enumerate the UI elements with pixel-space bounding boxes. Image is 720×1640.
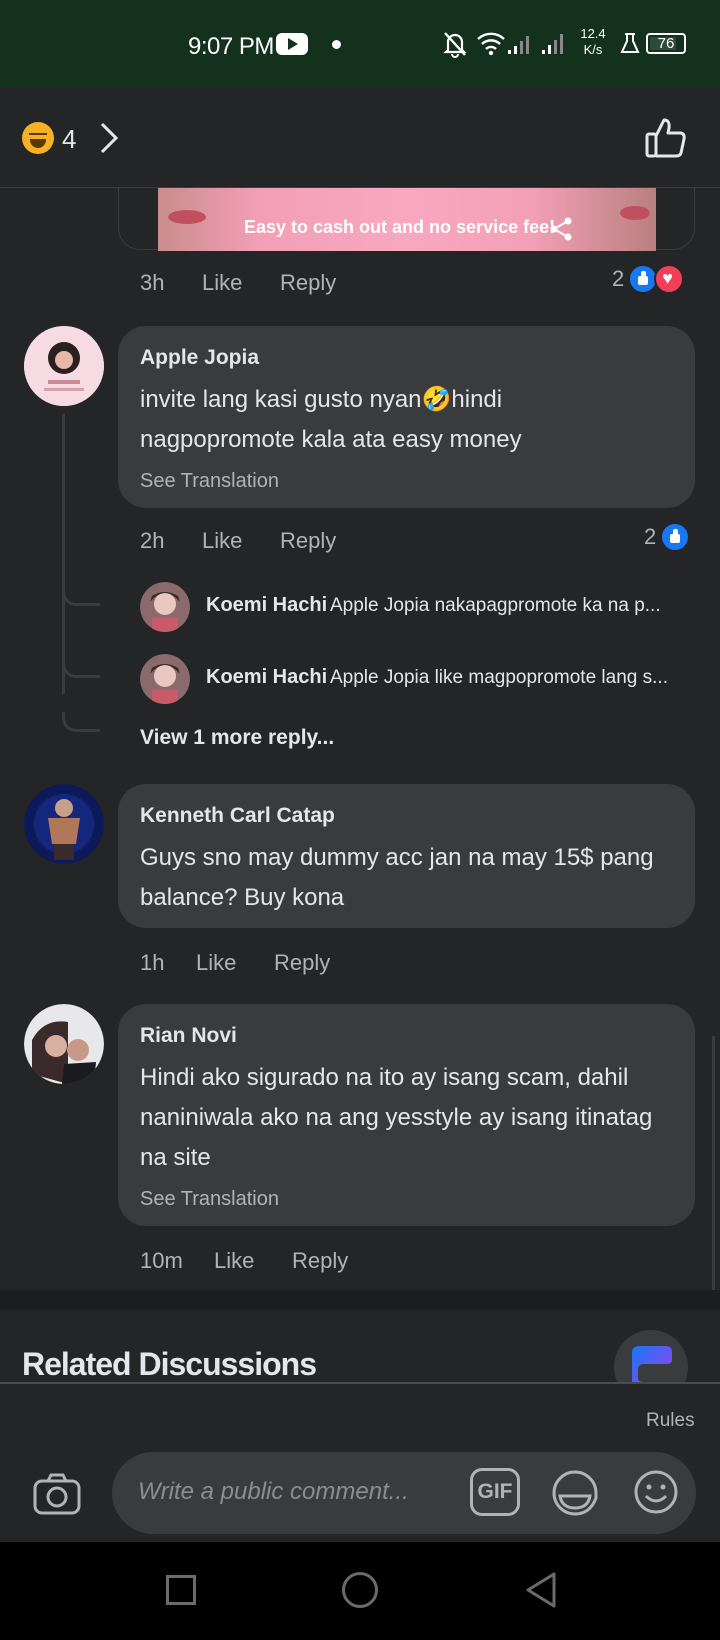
reactions-header: 4: [0, 88, 720, 188]
ad-caption: Easy to cash out and no service fee!: [244, 217, 556, 237]
like-reaction-icon: [660, 522, 691, 552]
comment-time: 2h: [140, 528, 165, 553]
chevron-right-icon[interactable]: [98, 120, 120, 156]
comment-text: Hindi ako sigurado na ito ay isang scam,…: [140, 1064, 629, 1091]
like-button[interactable]: Like: [202, 270, 242, 296]
avatar-image: [24, 784, 104, 864]
commenter-name[interactable]: Rian Novi: [140, 1024, 237, 1048]
see-translation-link[interactable]: See Translation: [140, 1188, 279, 1211]
thread-line: [62, 414, 65, 694]
comment-composer: Rules Write a public comment... GIF: [0, 1382, 720, 1542]
comment-input-placeholder: Write a public comment...: [138, 1478, 409, 1505]
avatar[interactable]: [24, 1004, 104, 1084]
comment-text: naniniwala ako na ang yesstyle ay isang …: [140, 1104, 653, 1131]
thread-branch: [62, 712, 100, 732]
status-bar: 9:07 PM 12.4 K/s 76: [0, 0, 720, 88]
comment-time: 3h: [140, 270, 165, 295]
avatar[interactable]: [140, 654, 190, 704]
home-icon[interactable]: [342, 1572, 378, 1608]
reaction-count[interactable]: 4: [62, 124, 76, 155]
love-reaction-icon: [654, 264, 685, 294]
avatar-image: [140, 654, 190, 704]
reply-button[interactable]: Reply: [292, 1248, 348, 1274]
reply-button[interactable]: Reply: [280, 270, 336, 296]
back-icon[interactable]: [524, 1571, 558, 1609]
flask-icon: [620, 33, 640, 53]
thread-branch: [62, 586, 100, 606]
thumbs-up-outline-icon[interactable]: [644, 116, 688, 160]
reply-button[interactable]: Reply: [274, 950, 330, 976]
see-translation-link[interactable]: See Translation: [140, 470, 279, 493]
youtube-icon: [276, 33, 308, 55]
camera-icon[interactable]: [32, 1472, 82, 1516]
section-divider: [0, 1290, 720, 1310]
avatar-image: [24, 326, 104, 406]
like-button[interactable]: Like: [214, 1248, 254, 1274]
commenter-name[interactable]: Apple Jopia: [140, 346, 259, 370]
comment-text: balance? Buy kona: [140, 884, 345, 911]
related-discussions-heading: Related Discussions: [22, 1346, 317, 1382]
comment-time: 10m: [140, 1248, 183, 1273]
replier-name[interactable]: Koemi Hachi: [206, 666, 327, 689]
emoji-icon[interactable]: [632, 1468, 680, 1516]
comment-text: invite lang kasi gusto nyan🤣hindi: [140, 386, 503, 413]
recents-icon[interactable]: [166, 1575, 196, 1605]
gif-icon[interactable]: GIF: [470, 1468, 520, 1516]
sticker-icon[interactable]: [550, 1468, 600, 1518]
thread-branch: [62, 658, 100, 678]
scrollbar[interactable]: [712, 1036, 715, 1296]
notification-dot-icon: [332, 40, 341, 49]
reaction-count: 2: [644, 524, 657, 549]
replier-name[interactable]: Koemi Hachi: [206, 594, 327, 617]
status-time: 9:07 PM: [188, 33, 274, 60]
like-button[interactable]: Like: [202, 528, 242, 554]
ad-image-detail: [620, 206, 650, 220]
haha-reaction-icon[interactable]: [22, 122, 54, 154]
wifi-icon: [477, 32, 505, 56]
ad-image-detail: [168, 210, 206, 224]
reply-row[interactable]: Koemi Hachi Apple Jopia nakapagpromote k…: [140, 582, 700, 632]
share-icon[interactable]: [548, 216, 574, 242]
comment-input[interactable]: Write a public comment... GIF: [112, 1452, 696, 1534]
avatar[interactable]: [24, 326, 104, 406]
avatar-image: [24, 1004, 104, 1084]
comment-text: na site: [140, 1144, 211, 1171]
network-speed: 12.4 K/s: [580, 26, 606, 57]
comment-text: Guys sno may dummy acc jan na may 15$ pa…: [140, 844, 654, 871]
reply-button[interactable]: Reply: [280, 528, 336, 554]
avatar[interactable]: [24, 784, 104, 864]
system-nav-bar: [0, 1542, 720, 1640]
avatar[interactable]: [140, 582, 190, 632]
signal-icon: [508, 34, 563, 54]
commenter-name[interactable]: Kenneth Carl Catap: [140, 804, 335, 828]
view-more-replies-link[interactable]: View 1 more reply...: [140, 726, 334, 750]
battery-indicator: 76: [646, 33, 686, 54]
reaction-summary[interactable]: 2: [612, 264, 685, 294]
comment-text: nagpopromote kala ata easy money: [140, 426, 522, 453]
reply-row[interactable]: Koemi Hachi Apple Jopia like magpopromot…: [140, 654, 700, 704]
reaction-summary[interactable]: 2: [644, 522, 691, 552]
reaction-count: 2: [612, 266, 625, 291]
avatar-image: [140, 582, 190, 632]
reply-text: Apple Jopia nakapagpromote ka na p...: [330, 595, 661, 616]
bell-off-icon: [443, 32, 467, 58]
comment-time: 1h: [140, 950, 165, 975]
rules-link[interactable]: Rules: [646, 1410, 695, 1432]
like-button[interactable]: Like: [196, 950, 236, 976]
reply-text: Apple Jopia like magpopromote lang s...: [330, 667, 668, 688]
